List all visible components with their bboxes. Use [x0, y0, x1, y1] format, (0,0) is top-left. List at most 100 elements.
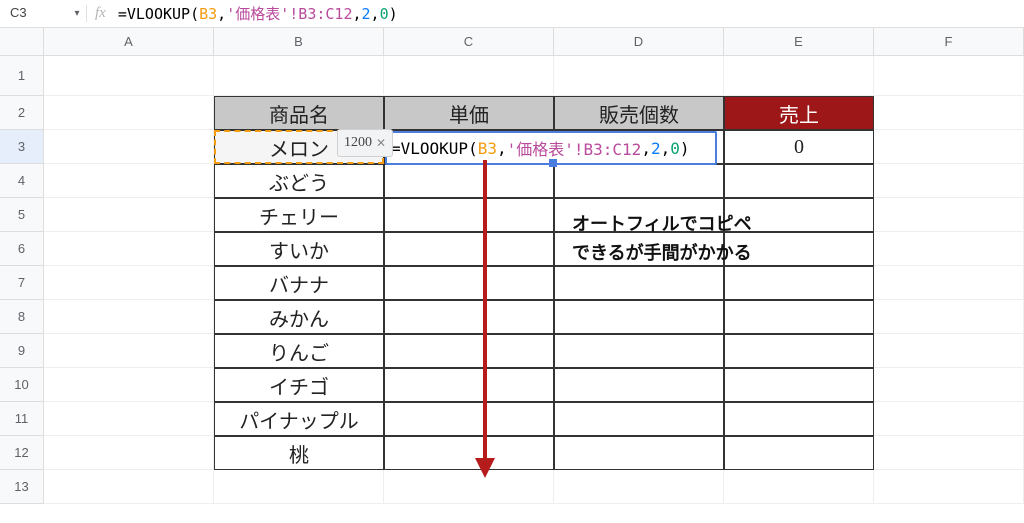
- cell-D12[interactable]: [554, 436, 724, 470]
- cell-B10[interactable]: イチゴ: [214, 368, 384, 402]
- row-header-4[interactable]: 4: [0, 164, 44, 198]
- cell-A8[interactable]: [44, 300, 214, 334]
- cell-D10[interactable]: [554, 368, 724, 402]
- cell-E10[interactable]: [724, 368, 874, 402]
- cell-B4[interactable]: ぶどう: [214, 164, 384, 198]
- cell-F4[interactable]: [874, 164, 1024, 198]
- cell-D9[interactable]: [554, 334, 724, 368]
- row-header-7[interactable]: 7: [0, 266, 44, 300]
- fill-handle[interactable]: [549, 159, 557, 167]
- cell-D4[interactable]: [554, 164, 724, 198]
- row-header-11[interactable]: 11: [0, 402, 44, 436]
- annotation-line-2: できるが手間がかかる: [572, 243, 752, 263]
- cell-D11[interactable]: [554, 402, 724, 436]
- cell-E2[interactable]: 売上: [724, 96, 874, 130]
- cell-C5[interactable]: [384, 198, 554, 232]
- cell-C8[interactable]: [384, 300, 554, 334]
- cell-C12[interactable]: [384, 436, 554, 470]
- col-header-C[interactable]: C: [384, 28, 554, 55]
- cell-E11[interactable]: [724, 402, 874, 436]
- cell-A2[interactable]: [44, 96, 214, 130]
- cell-A11[interactable]: [44, 402, 214, 436]
- cell-F8[interactable]: [874, 300, 1024, 334]
- cell-A13[interactable]: [44, 470, 214, 504]
- annotation-text: オートフィルでコピペ できるが手間がかかる: [572, 210, 752, 268]
- cell-B11[interactable]: パイナップル: [214, 402, 384, 436]
- cell-C3[interactable]: 1200 ✕ =VLOOKUP(B3,'価格表'!B3:C12,2,0): [384, 130, 554, 164]
- row-header-2[interactable]: 2: [0, 96, 44, 130]
- cell-C13[interactable]: [384, 470, 554, 504]
- formula-input[interactable]: =VLOOKUP(B3,'価格表'!B3:C12,2,0): [114, 3, 1020, 24]
- cell-C9[interactable]: [384, 334, 554, 368]
- row-header-1[interactable]: 1: [0, 56, 44, 96]
- cell-F3[interactable]: [874, 130, 1024, 164]
- cell-F2[interactable]: [874, 96, 1024, 130]
- name-box[interactable]: C3: [4, 3, 72, 25]
- cell-F11[interactable]: [874, 402, 1024, 436]
- cell-C2[interactable]: 単価: [384, 96, 554, 130]
- name-box-dropdown-icon[interactable]: ▾: [72, 8, 82, 19]
- cell-E12[interactable]: [724, 436, 874, 470]
- cell-F12[interactable]: [874, 436, 1024, 470]
- cell-D8[interactable]: [554, 300, 724, 334]
- cell-D13[interactable]: [554, 470, 724, 504]
- cell-F13[interactable]: [874, 470, 1024, 504]
- col-header-F[interactable]: F: [874, 28, 1024, 55]
- cell-A12[interactable]: [44, 436, 214, 470]
- cell-E13[interactable]: [724, 470, 874, 504]
- cell-C10[interactable]: [384, 368, 554, 402]
- cell-E1[interactable]: [724, 56, 874, 96]
- cell-A9[interactable]: [44, 334, 214, 368]
- cell-B6[interactable]: すいか: [214, 232, 384, 266]
- cell-C7[interactable]: [384, 266, 554, 300]
- cell-C1[interactable]: [384, 56, 554, 96]
- cell-D7[interactable]: [554, 266, 724, 300]
- cell-F6[interactable]: [874, 232, 1024, 266]
- cell-F7[interactable]: [874, 266, 1024, 300]
- cell-A3[interactable]: [44, 130, 214, 164]
- cell-A7[interactable]: [44, 266, 214, 300]
- cell-A5[interactable]: [44, 198, 214, 232]
- cell-D1[interactable]: [554, 56, 724, 96]
- cell-C6[interactable]: [384, 232, 554, 266]
- cell-A4[interactable]: [44, 164, 214, 198]
- cell-A10[interactable]: [44, 368, 214, 402]
- cell-B12[interactable]: 桃: [214, 436, 384, 470]
- tooltip-close-icon[interactable]: ✕: [376, 136, 386, 151]
- row-header-12[interactable]: 12: [0, 436, 44, 470]
- row-header-8[interactable]: 8: [0, 300, 44, 334]
- col-header-A[interactable]: A: [44, 28, 214, 55]
- fx-icon[interactable]: fx: [86, 5, 114, 22]
- cell-A6[interactable]: [44, 232, 214, 266]
- cell-F1[interactable]: [874, 56, 1024, 96]
- cell-C4[interactable]: [384, 164, 554, 198]
- cell-B9[interactable]: りんご: [214, 334, 384, 368]
- cell-F5[interactable]: [874, 198, 1024, 232]
- cell-B5[interactable]: チェリー: [214, 198, 384, 232]
- row-header-6[interactable]: 6: [0, 232, 44, 266]
- cell-B8[interactable]: みかん: [214, 300, 384, 334]
- cell-B2[interactable]: 商品名: [214, 96, 384, 130]
- row-header-3[interactable]: 3: [0, 130, 44, 164]
- row-header-10[interactable]: 10: [0, 368, 44, 402]
- row-header-5[interactable]: 5: [0, 198, 44, 232]
- cell-A1[interactable]: [44, 56, 214, 96]
- cell-B1[interactable]: [214, 56, 384, 96]
- col-header-E[interactable]: E: [724, 28, 874, 55]
- cell-C11[interactable]: [384, 402, 554, 436]
- cell-E8[interactable]: [724, 300, 874, 334]
- cell-E3[interactable]: 0: [724, 130, 874, 164]
- cell-B7[interactable]: バナナ: [214, 266, 384, 300]
- cell-B13[interactable]: [214, 470, 384, 504]
- cell-E9[interactable]: [724, 334, 874, 368]
- cell-F9[interactable]: [874, 334, 1024, 368]
- cell-F10[interactable]: [874, 368, 1024, 402]
- cell-D2[interactable]: 販売個数: [554, 96, 724, 130]
- cell-E7[interactable]: [724, 266, 874, 300]
- select-all-corner[interactable]: [0, 28, 44, 55]
- cell-E4[interactable]: [724, 164, 874, 198]
- row-header-9[interactable]: 9: [0, 334, 44, 368]
- col-header-D[interactable]: D: [554, 28, 724, 55]
- row-header-13[interactable]: 13: [0, 470, 44, 504]
- col-header-B[interactable]: B: [214, 28, 384, 55]
